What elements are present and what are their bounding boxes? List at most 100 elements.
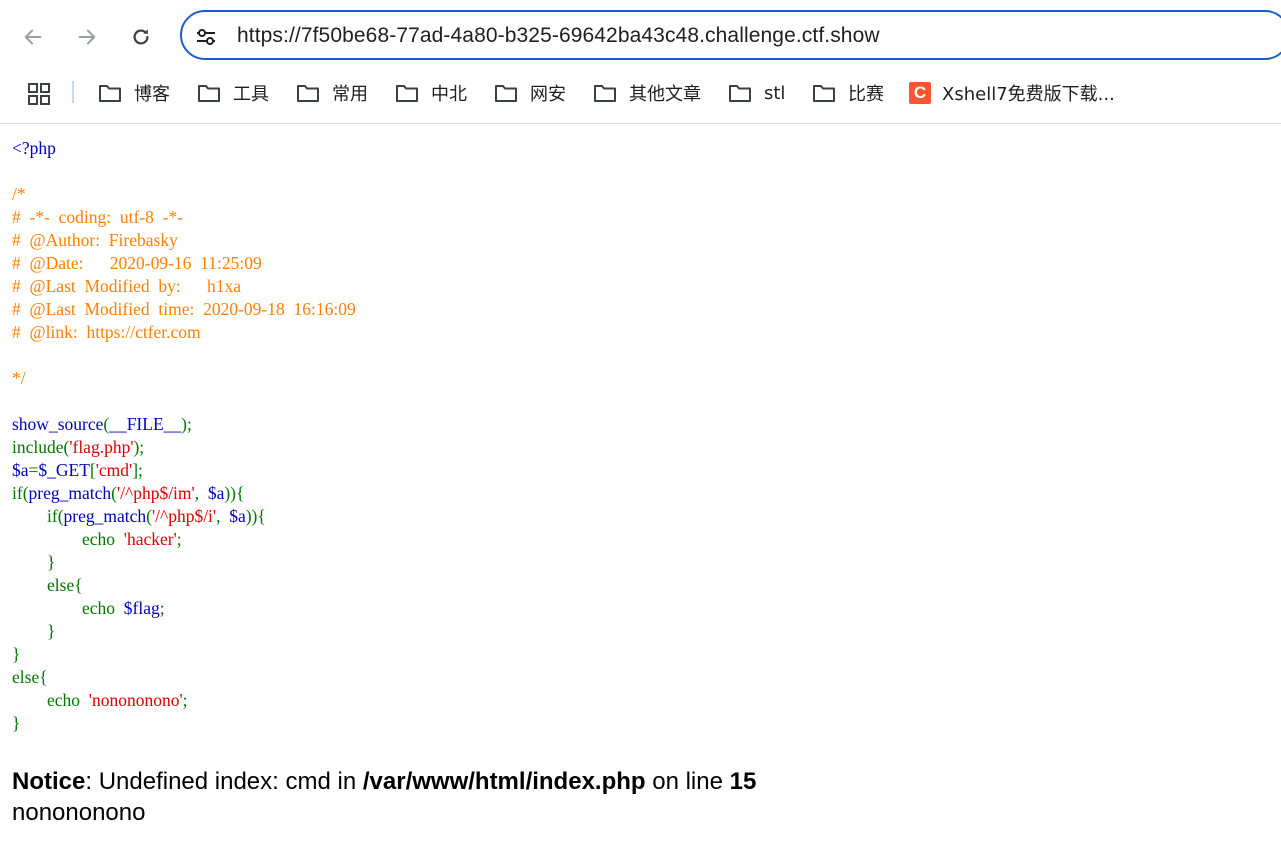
source-token: __FILE__: [109, 414, 182, 434]
bookmark-folder[interactable]: 工具: [197, 80, 269, 106]
source-line: echo 'nonononono';: [12, 689, 356, 712]
source-token: # @link: https://ctfer.com: [12, 322, 201, 342]
address-bar[interactable]: https://7f50be68-77ad-4a80-b325-69642ba4…: [180, 10, 1281, 60]
source-token: $_GET: [38, 460, 90, 480]
source-token: '/^php$/im': [116, 483, 195, 503]
csdn-icon: C: [909, 82, 931, 104]
source-token: else{: [12, 575, 83, 595]
source-token: )){: [224, 483, 245, 503]
bookmark-folder[interactable]: stl: [728, 80, 785, 106]
source-token: ;: [159, 598, 165, 618]
source-token: }: [12, 552, 56, 572]
source-line: echo $flag;: [12, 597, 356, 620]
bookmark-label: 工具: [233, 84, 269, 105]
source-line: # @Date: 2020-09-16 11:25:09: [12, 252, 356, 275]
tune-icon[interactable]: [194, 25, 218, 49]
source-line: }: [12, 620, 356, 643]
source-token: 'hacker': [123, 529, 177, 549]
source-token: # @Last Modified by: h1xa: [12, 276, 242, 296]
source-token: echo: [12, 529, 124, 549]
folder-icon: [729, 85, 751, 102]
forward-button[interactable]: [71, 21, 103, 53]
url-text[interactable]: https://7f50be68-77ad-4a80-b325-69642ba4…: [237, 24, 880, 48]
script-output: nonononono: [12, 799, 146, 826]
source-token: }: [12, 621, 56, 641]
bookmark-folder[interactable]: 中北: [395, 80, 467, 106]
source-line: }: [12, 551, 356, 574]
source-token: # @Last Modified time: 2020-09-18 16:16:…: [12, 299, 356, 319]
bookmark-folder[interactable]: 其他文章: [593, 80, 701, 106]
source-line: else{: [12, 574, 356, 597]
source-line: # @Author: Firebasky: [12, 229, 356, 252]
source-token: '/^php$/i': [151, 506, 217, 526]
source-token: echo: [12, 598, 124, 618]
folder-icon: [297, 85, 319, 102]
source-token: );: [181, 414, 192, 434]
source-token: # @Date: 2020-09-16 11:25:09: [12, 253, 262, 273]
source-line: [12, 344, 356, 367]
folder-icon: [99, 85, 121, 102]
folder-icon: [594, 85, 616, 102]
arrow-left-icon: [24, 29, 42, 45]
source-line: }: [12, 712, 356, 735]
browser-toolbar: https://7f50be68-77ad-4a80-b325-69642ba4…: [0, 0, 1281, 75]
source-token: preg_match: [28, 483, 112, 503]
source-line: $a=$_GET['cmd'];: [12, 459, 356, 482]
source-token: echo: [12, 690, 89, 710]
bookmark-link[interactable]: C Xshell7免费版下载...: [909, 80, 1115, 106]
source-token: <?php: [12, 138, 56, 158]
source-token: =: [28, 460, 39, 480]
folder-icon: [198, 85, 220, 102]
folder-icon: [813, 85, 835, 102]
notice-label: Notice: [12, 768, 86, 795]
source-token: 'nonononono': [88, 690, 183, 710]
php-source-code: <?php /* # -*- coding: utf-8 -*- # @Author:…: [12, 137, 356, 735]
source-line: # @link: https://ctfer.com: [12, 321, 356, 344]
back-button[interactable]: [17, 21, 49, 53]
bookmark-folder[interactable]: 常用: [296, 80, 368, 106]
php-notice: Notice: Undefined index: cmd in /var/www…: [12, 766, 756, 828]
bookmark-label: 网安: [530, 84, 566, 105]
bookmark-label: Xshell7免费版下载...: [942, 84, 1115, 105]
notice-on-line: on line: [645, 768, 730, 795]
bookmark-label: 博客: [134, 84, 170, 105]
source-token: }: [12, 644, 21, 664]
folder-icon: [495, 85, 517, 102]
source-token: ];: [132, 460, 143, 480]
page-content: <?php /* # -*- coding: utf-8 -*- # @Author:…: [0, 124, 1281, 850]
bookmark-folder[interactable]: 比赛: [812, 80, 884, 106]
source-token: */: [12, 368, 26, 388]
source-token: $a: [229, 506, 246, 526]
bookmark-folder[interactable]: 博客: [98, 80, 170, 106]
source-token: );: [133, 437, 145, 457]
notice-path: /var/www/html/index.php: [362, 768, 646, 795]
folder-icon: [396, 85, 418, 102]
source-line: if(preg_match('/^php$/i', $a)){: [12, 505, 356, 528]
apps-grid-icon[interactable]: [27, 82, 51, 106]
arrow-right-icon: [78, 29, 96, 45]
source-token: show_source: [12, 414, 104, 434]
source-token: ;: [182, 690, 188, 710]
source-token: )){: [245, 506, 266, 526]
notice-text: : Undefined index: cmd in: [85, 768, 363, 795]
source-token: else{: [12, 667, 48, 687]
source-token: ;: [176, 529, 182, 549]
source-line: <?php: [12, 137, 356, 160]
bookmark-label: 中北: [431, 84, 467, 105]
source-token: 'flag.php': [69, 437, 134, 457]
source-token: # @Author: Firebasky: [12, 230, 178, 250]
source-token: $flag: [123, 598, 160, 618]
bookmark-label: 其他文章: [629, 84, 701, 105]
source-line: else{: [12, 666, 356, 689]
source-line: */: [12, 367, 356, 390]
source-line: [12, 390, 356, 413]
source-token: if(: [12, 483, 29, 503]
reload-icon: [133, 29, 149, 45]
source-token: }: [12, 713, 21, 733]
source-line: # @Last Modified time: 2020-09-18 16:16:…: [12, 298, 356, 321]
source-token: include(: [12, 437, 70, 457]
bookmark-folder[interactable]: 网安: [494, 80, 566, 106]
source-token: if(: [12, 506, 64, 526]
source-line: # @Last Modified by: h1xa: [12, 275, 356, 298]
reload-button[interactable]: [125, 21, 157, 53]
